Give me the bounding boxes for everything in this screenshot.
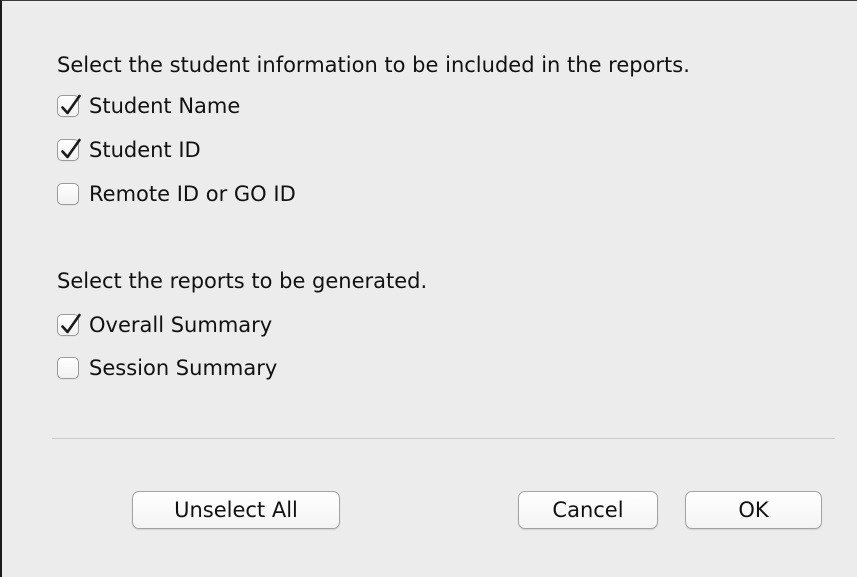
report-options-dialog: Select the student information to be inc… [0, 0, 857, 577]
student-id-checkbox-row[interactable]: Student ID [57, 136, 201, 164]
checkmark-icon [61, 138, 81, 159]
remote-id-checkbox[interactable] [57, 183, 79, 205]
session-summary-checkbox-row[interactable]: Session Summary [57, 354, 277, 382]
student-id-checkbox[interactable] [57, 138, 81, 161]
ok-button[interactable]: OK [685, 491, 822, 529]
student-info-prompt: Select the student information to be inc… [57, 53, 690, 77]
student-name-checkbox-row[interactable]: Student Name [57, 92, 240, 120]
unselect-all-button[interactable]: Unselect All [132, 491, 340, 529]
checkmark-icon [61, 94, 81, 115]
student-name-checkbox[interactable] [57, 94, 81, 117]
overall-summary-checkbox[interactable] [57, 313, 81, 336]
remote-id-checkbox-row[interactable]: Remote ID or GO ID [57, 180, 296, 208]
divider [52, 438, 835, 439]
student-id-label: Student ID [89, 138, 201, 162]
overall-summary-label: Overall Summary [89, 313, 273, 337]
student-name-label: Student Name [89, 94, 241, 118]
remote-id-label: Remote ID or GO ID [89, 182, 296, 206]
overall-summary-checkbox-row[interactable]: Overall Summary [57, 311, 272, 339]
checkmark-icon [61, 313, 81, 334]
cancel-button[interactable]: Cancel [518, 491, 658, 529]
session-summary-label: Session Summary [89, 356, 278, 380]
session-summary-checkbox[interactable] [57, 357, 79, 379]
reports-prompt: Select the reports to be generated. [57, 269, 428, 293]
